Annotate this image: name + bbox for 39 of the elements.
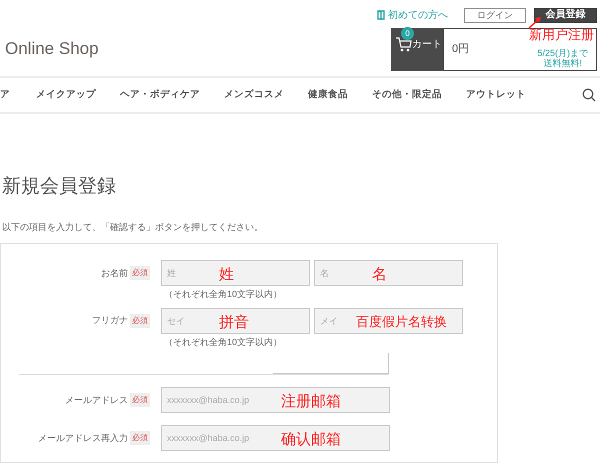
field-label: フリガナ	[92, 314, 128, 328]
required-tag: 必須	[130, 431, 150, 446]
nav-item[interactable]: ア	[0, 88, 10, 102]
field-label: メールアドレス再入力	[38, 432, 128, 445]
annotation-text: 姓	[219, 264, 234, 286]
logo-text[interactable]: Online Shop	[0, 36, 99, 62]
search-icon[interactable]	[582, 88, 596, 102]
nav-item[interactable]: その他・限定品	[372, 88, 442, 102]
field-label: お名前	[101, 266, 128, 280]
register-button[interactable]: 会員登録	[534, 8, 597, 22]
nav-item[interactable]: ヘア・ボディケア	[120, 88, 200, 102]
cart-total: 0円	[452, 42, 470, 57]
annotation-text: 名	[372, 264, 387, 286]
annotation-text: 注册邮箱	[281, 391, 341, 412]
cart-label: カート	[412, 38, 442, 52]
page-title: 新規会員登録	[2, 176, 117, 199]
nav-item[interactable]: 健康食品	[308, 88, 348, 102]
field-label: メールアドレス	[65, 394, 128, 407]
cart-icon	[396, 36, 412, 52]
hint-text: （それぞれ全角10文字以内）	[164, 288, 284, 302]
annotation-text: 确认邮箱	[281, 429, 341, 450]
book-icon	[377, 10, 385, 20]
annotation-text: 拼音	[219, 312, 249, 333]
hint-text: （それぞれ全角10文字以内）	[164, 336, 284, 349]
intro-text: 以下の項目を入力して、「確認する」ボタンを押してください。	[2, 220, 264, 234]
shipping-date: 5/25(月)まで	[537, 48, 588, 58]
cart-button[interactable]: カート 0	[392, 28, 444, 70]
nav-item[interactable]: メイクアップ	[36, 88, 96, 102]
shipping-note: 送料無料!	[543, 58, 583, 68]
cart-count-badge: 0	[401, 26, 414, 40]
required-tag: 必須	[130, 266, 150, 280]
annotation-text: 新用户注册	[529, 27, 594, 45]
nav-item[interactable]: アウトレット	[466, 88, 526, 102]
nav-item[interactable]: メンズコスメ	[224, 88, 284, 102]
required-tag: 必須	[130, 393, 150, 408]
login-button[interactable]: ログイン	[464, 8, 526, 22]
arrow-icon	[528, 17, 542, 29]
required-tag: 必須	[130, 314, 150, 328]
annotation-text: 百度假片名转换	[356, 314, 447, 332]
